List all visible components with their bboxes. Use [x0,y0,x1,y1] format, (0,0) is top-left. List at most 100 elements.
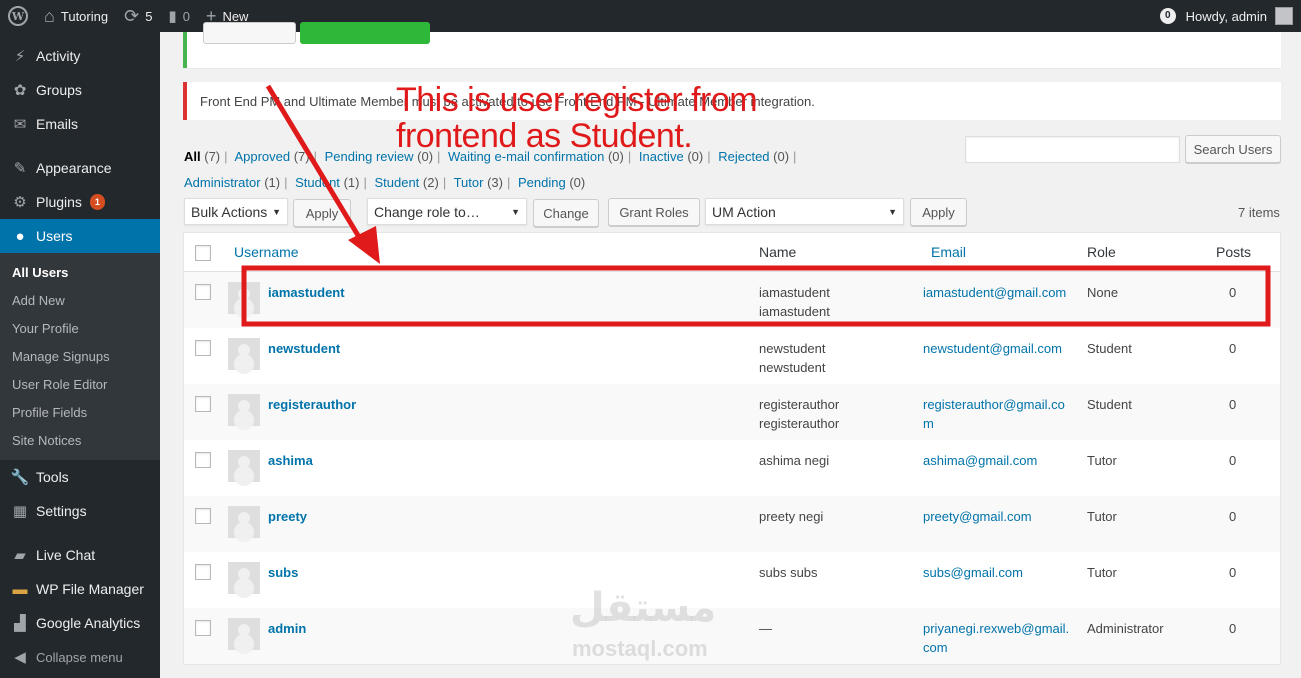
username-link[interactable]: registerauthor [268,395,356,414]
posts-cell: 0 [1229,453,1237,468]
role-cell: Student [1087,397,1132,412]
username-link[interactable]: ashima [268,451,313,470]
notifications-count[interactable]: 0 [1160,8,1176,24]
menu-users[interactable]: ● Users [0,219,160,253]
column-posts: Posts [1216,244,1252,260]
table-header: Username Name Email Role Posts [184,233,1280,272]
row-checkbox[interactable] [195,564,211,580]
row-checkbox[interactable] [195,452,211,468]
username-link[interactable]: iamastudent [268,283,345,302]
select-all-checkbox[interactable] [195,245,211,261]
brush-icon: ✎ [13,160,27,177]
chevron-down-icon: ▼ [511,206,520,217]
avatar [228,338,260,370]
view-all[interactable]: All [184,149,201,164]
submenu-your-profile[interactable]: Your Profile [0,314,160,342]
updates-link[interactable]: ⟳ 5 [116,0,160,32]
menu-groups[interactable]: ✿ Groups [0,73,160,107]
email-link[interactable]: newstudent@gmail.com [923,339,1073,358]
menu-wp-file-manager[interactable]: ▬ WP File Manager [0,572,160,606]
view-tutor[interactable]: Tutor [454,175,484,190]
refresh-icon: ⟳ [124,5,140,26]
view-waiting-email[interactable]: Waiting e-mail confirmation [448,149,604,164]
error-notice: Front End PM and Ultimate Member must be… [183,82,1281,120]
my-account-link[interactable]: Howdy, admin [1186,9,1267,24]
view-pending[interactable]: Pending [518,175,566,190]
menu-tools[interactable]: 🔧 Tools [0,460,160,494]
change-role-button[interactable]: Change [533,199,599,227]
um-action-select[interactable]: UM Action ▼ [705,198,904,225]
submenu-user-role-editor[interactable]: User Role Editor [0,370,160,398]
site-name-link[interactable]: ⌂ Tutoring [36,0,116,32]
activity-icon: ⚡ [14,48,26,65]
menu-live-chat[interactable]: ▰ Live Chat [0,538,160,572]
change-role-select[interactable]: Change role to… ▼ [367,198,527,225]
um-apply-button[interactable]: Apply [910,198,967,226]
row-checkbox[interactable] [195,340,211,356]
email-link[interactable]: iamastudent@gmail.com [923,283,1073,302]
email-link[interactable]: preety@gmail.com [923,507,1073,526]
role-cell: Tutor [1087,453,1117,468]
name-cell: ashima negi [759,453,830,468]
menu-appearance[interactable]: ✎ Appearance [0,151,160,185]
grant-roles-button[interactable]: Grant Roles [608,198,700,226]
wordpress-logo-icon: W [8,6,28,26]
column-email[interactable]: Email [931,244,966,260]
username-link[interactable]: newstudent [268,339,340,358]
submenu-add-new[interactable]: Add New [0,286,160,314]
username-link[interactable]: preety [268,507,307,526]
menu-google-analytics[interactable]: ▟ Google Analytics [0,606,160,640]
view-rejected[interactable]: Rejected [718,149,769,164]
chat-icon: ▰ [14,547,26,564]
column-username[interactable]: Username [234,244,299,260]
row-checkbox[interactable] [195,620,211,636]
role-cell: Tutor [1087,565,1117,580]
email-link[interactable]: ashima@gmail.com [923,451,1073,470]
posts-cell: 0 [1229,285,1237,300]
menu-activity[interactable]: ⚡ Activity [0,39,160,73]
user-status-views: All (7) | Approved (7) | Pending review (0… [184,149,797,164]
mail-icon: ✉ [13,116,27,133]
email-link[interactable]: priyanegi.rexweb@gmail.com [923,619,1073,657]
posts-cell: 0 [1229,341,1237,356]
role-cell: Administrator [1087,621,1164,636]
avatar [228,450,260,482]
dismiss-button[interactable] [203,22,296,44]
name-cell: — [759,621,772,636]
review-now-button[interactable] [300,22,430,44]
email-link[interactable]: subs@gmail.com [923,563,1073,582]
view-approved[interactable]: Approved [234,149,290,164]
submenu-site-notices[interactable]: Site Notices [0,426,160,454]
view-administrator[interactable]: Administrator [184,175,261,190]
search-users-button[interactable]: Search Users [1185,135,1281,163]
view-student-1[interactable]: Student [295,175,340,190]
posts-cell: 0 [1229,565,1237,580]
username-link[interactable]: admin [268,619,306,638]
email-link[interactable]: registerauthor@gmail.com [923,395,1073,433]
submenu-all-users[interactable]: All Users [0,258,160,286]
menu-settings[interactable]: ▦ Settings [0,494,160,528]
chevron-down-icon: ▼ [888,206,897,217]
avatar[interactable] [1275,7,1293,25]
view-student-2[interactable]: Student [374,175,419,190]
row-checkbox[interactable] [195,508,211,524]
menu-plugins[interactable]: ⚙ Plugins 1 [0,185,160,219]
view-inactive[interactable]: Inactive [639,149,684,164]
menu-emails[interactable]: ✉ Emails [0,107,160,141]
row-checkbox[interactable] [195,284,211,300]
submenu-manage-signups[interactable]: Manage Signups [0,342,160,370]
settings-icon: ▦ [12,503,28,520]
wordpress-logo-button[interactable]: W [0,0,36,32]
row-checkbox[interactable] [195,396,211,412]
search-users-input[interactable] [965,136,1180,163]
comments-link[interactable]: ▮ 0 [160,0,198,32]
view-pending-review[interactable]: Pending review [325,149,414,164]
collapse-menu-button[interactable]: ◀ Collapse menu [0,640,160,674]
submenu-profile-fields[interactable]: Profile Fields [0,398,160,426]
bulk-apply-button[interactable]: Apply [293,199,351,227]
users-table: Username Name Email Role Posts iamastude… [183,232,1281,665]
bulk-actions-select[interactable]: Bulk Actions ▼ [184,198,288,225]
admin-sidebar: ⚡ Activity ✿ Groups ✉ Emails ✎ Appearance ⚙ P… [0,32,160,678]
avatar [228,618,260,650]
username-link[interactable]: subs [268,563,298,582]
